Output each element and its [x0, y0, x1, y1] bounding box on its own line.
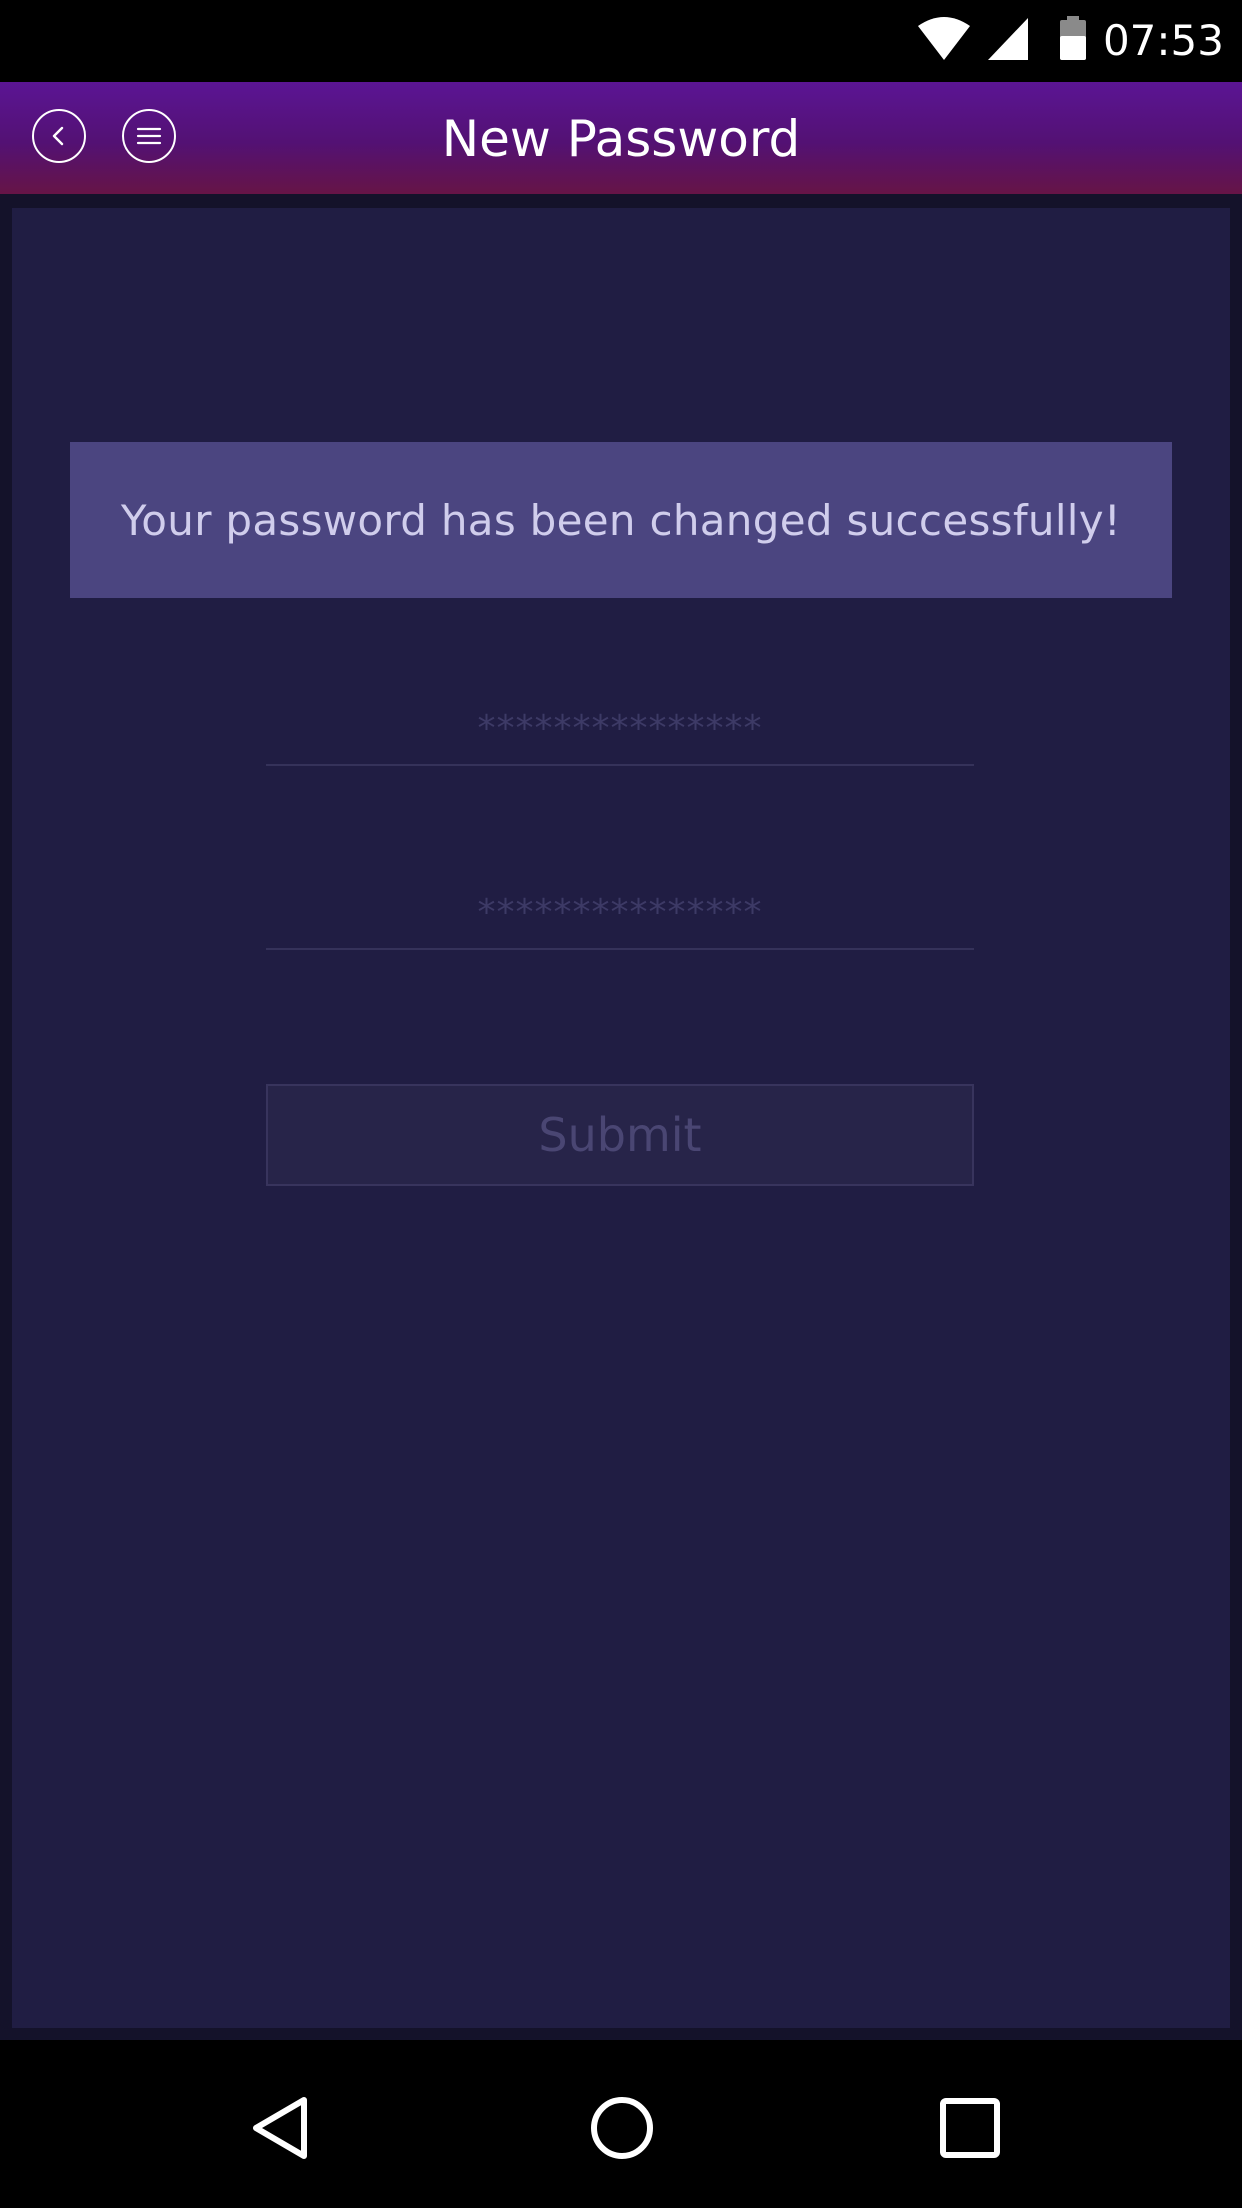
- app-bar: New Password: [0, 82, 1242, 194]
- home-circle-icon[interactable]: [586, 2092, 658, 2164]
- confirm-password-field[interactable]: ***************: [266, 878, 974, 950]
- recents-square-icon[interactable]: [934, 2092, 1006, 2164]
- new-password-field[interactable]: ***************: [266, 694, 974, 766]
- cell-signal-icon: [988, 18, 1028, 60]
- battery-icon: [1060, 16, 1086, 60]
- success-message-banner: Your password has been changed successfu…: [70, 442, 1172, 598]
- main-content: Your password has been changed successfu…: [12, 208, 1230, 2028]
- system-nav-bar: [0, 2040, 1242, 2208]
- success-message-text: Your password has been changed successfu…: [120, 495, 1122, 545]
- wifi-icon: [918, 17, 970, 60]
- submit-button-label: Submit: [538, 1108, 702, 1162]
- new-password-placeholder: ***************: [477, 708, 763, 749]
- confirm-password-placeholder: ***************: [477, 892, 763, 933]
- submit-button[interactable]: Submit: [266, 1084, 974, 1186]
- page-title: New Password: [441, 110, 801, 168]
- back-triangle-icon[interactable]: [244, 2092, 316, 2164]
- status-time: 07:53: [1102, 16, 1224, 65]
- status-bar: 07:53: [0, 0, 1242, 82]
